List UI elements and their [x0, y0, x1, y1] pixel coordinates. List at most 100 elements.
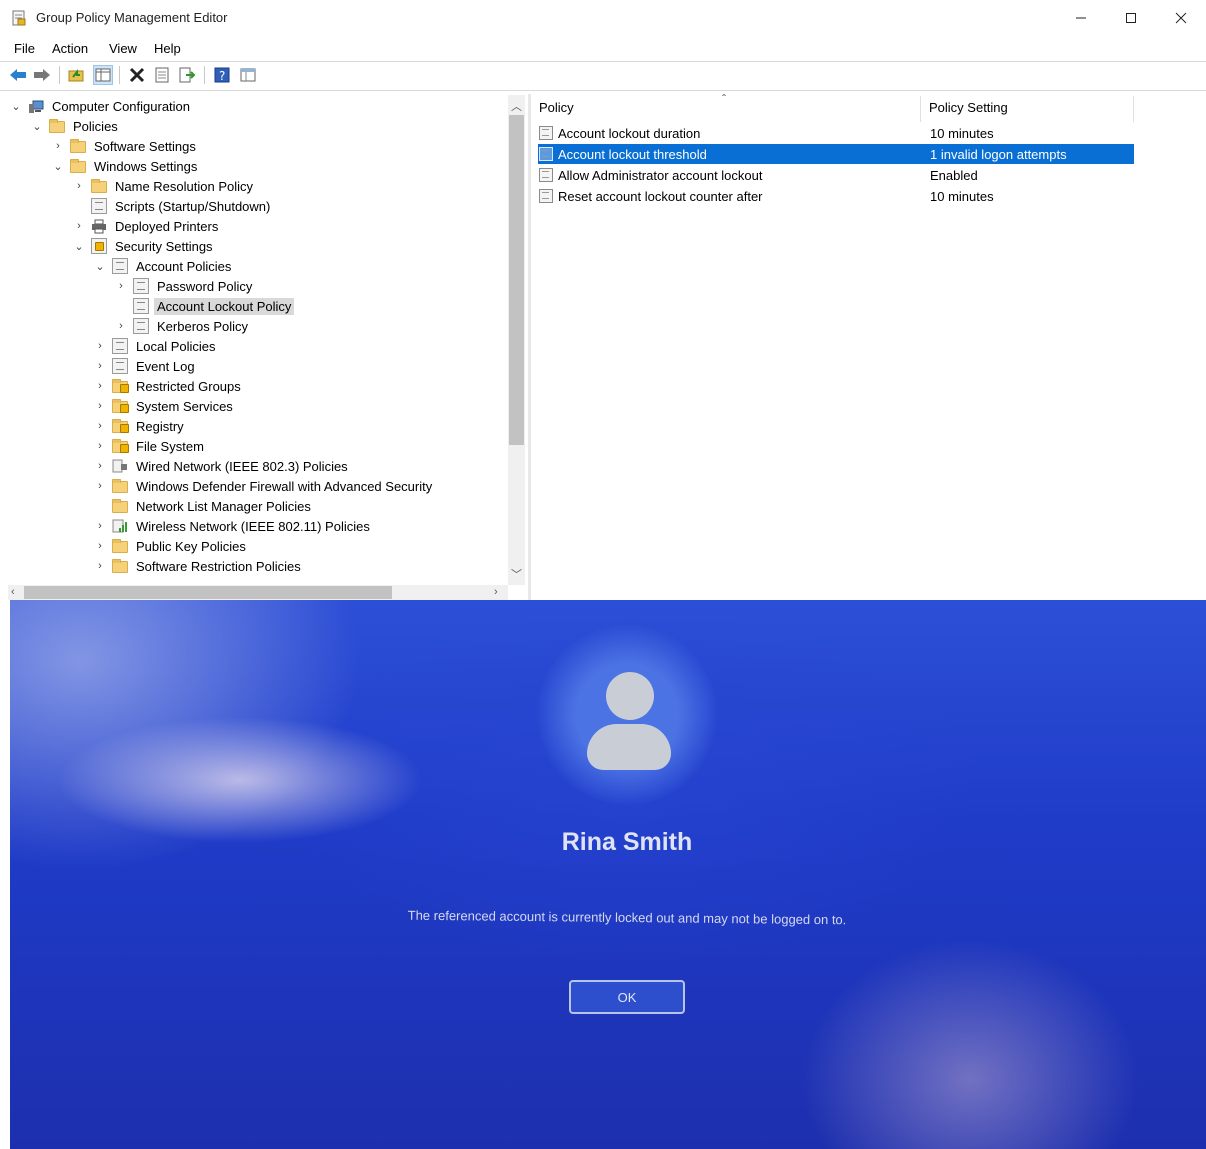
policy-name: Account lockout threshold [558, 146, 707, 162]
policy-setting-icon [539, 126, 553, 140]
menu-help[interactable]: Help [154, 41, 181, 56]
tree-item-kerberos-policy[interactable]: › Kerberos Policy [115, 316, 251, 336]
chevron-right-icon[interactable]: › [94, 416, 106, 436]
chevron-right-icon[interactable]: › [115, 316, 127, 336]
chevron-right-icon[interactable]: › [94, 556, 106, 576]
chevron-down-icon[interactable]: ⌄ [10, 96, 22, 116]
chevron-down-icon[interactable]: ⌄ [73, 236, 85, 256]
forward-icon[interactable] [32, 65, 52, 85]
user-name: Rina Smith [561, 828, 693, 856]
view-icon[interactable] [238, 65, 258, 85]
tree-item-computer-configuration[interactable]: ⌄ Computer Configuration [10, 96, 193, 116]
tree-item-event-log[interactable]: › Event Log [94, 356, 198, 376]
chevron-right-icon[interactable]: › [94, 436, 106, 456]
export-list-icon[interactable] [177, 65, 197, 85]
chevron-right-icon[interactable]: › [94, 356, 106, 376]
menu-file[interactable]: File [14, 41, 35, 56]
chevron-right-icon[interactable]: › [73, 216, 85, 236]
minimize-button[interactable] [1056, 0, 1106, 36]
chevron-right-icon[interactable]: › [94, 456, 106, 476]
back-icon[interactable] [8, 65, 28, 85]
menu-view[interactable]: View [109, 41, 137, 56]
column-separator[interactable] [1133, 96, 1134, 122]
column-header-policy-setting[interactable]: Policy Setting [929, 100, 1008, 122]
tree-item-security-settings[interactable]: ⌄ Security Settings [73, 236, 216, 256]
tree-item-deployed-printers[interactable]: › Deployed Printers [73, 216, 221, 236]
tree-label: System Services [136, 398, 233, 414]
policy-icon [112, 258, 128, 274]
console-tree[interactable]: ⌄ Computer Configuration ⌄ Policies › So… [8, 94, 528, 600]
chevron-right-icon[interactable]: › [52, 136, 64, 156]
column-separator[interactable] [920, 96, 921, 122]
policy-row[interactable]: Account lockout duration 10 minutes [538, 123, 1134, 143]
chevron-right-icon[interactable]: › [94, 536, 106, 556]
tree-item-registry[interactable]: › Registry [94, 416, 187, 436]
close-button[interactable] [1156, 0, 1206, 36]
tree-item-scripts[interactable]: Scripts (Startup/Shutdown) [73, 196, 273, 216]
tree-item-restricted-groups[interactable]: › Restricted Groups [94, 376, 244, 396]
chevron-right-icon[interactable]: › [94, 476, 106, 496]
scroll-right-icon[interactable]: › [494, 586, 498, 598]
title-bar: Group Policy Management Editor [0, 0, 1206, 36]
chevron-right-icon[interactable]: › [94, 516, 106, 536]
help-icon[interactable]: ? [212, 65, 232, 85]
policy-setting-value: 1 invalid logon attempts [930, 146, 1067, 162]
chevron-right-icon[interactable]: › [115, 276, 127, 296]
tree-item-windows-defender-firewall[interactable]: › Windows Defender Firewall with Advance… [94, 476, 435, 496]
minimize-icon [1076, 17, 1086, 19]
show-hide-tree-icon[interactable] [93, 65, 113, 85]
scroll-down-icon[interactable]: ﹀ [511, 566, 522, 582]
tree-item-wireless-network[interactable]: › Wireless Network (IEEE 802.11) Policie… [94, 516, 373, 536]
tree-item-file-system[interactable]: › File System [94, 436, 207, 456]
tree-item-software-settings[interactable]: › Software Settings [52, 136, 199, 156]
policy-row[interactable]: Account lockout threshold 1 invalid logo… [538, 144, 1134, 164]
tree-label: File System [136, 438, 204, 454]
vertical-scroll-thumb[interactable] [509, 115, 524, 445]
chevron-right-icon[interactable]: › [94, 336, 106, 356]
pane-splitter[interactable] [528, 94, 531, 600]
tree-label: Windows Defender Firewall with Advanced … [136, 478, 433, 494]
chevron-down-icon[interactable]: ⌄ [94, 256, 106, 276]
tree-item-network-list-manager[interactable]: Network List Manager Policies [94, 496, 314, 516]
tree-item-account-policies[interactable]: ⌄ Account Policies [94, 256, 234, 276]
ok-button[interactable]: OK [569, 980, 685, 1014]
maximize-button[interactable] [1106, 0, 1156, 36]
delete-icon[interactable] [127, 65, 147, 85]
policy-setting-value: 10 minutes [930, 125, 994, 141]
printer-icon [91, 218, 107, 234]
menu-action[interactable]: Action [52, 41, 88, 56]
tree-item-system-services[interactable]: › System Services [94, 396, 236, 416]
chevron-right-icon[interactable]: › [94, 396, 106, 416]
tree-label: Restricted Groups [136, 378, 241, 394]
tree-item-windows-settings[interactable]: ⌄ Windows Settings [52, 156, 200, 176]
tree-label: Windows Settings [94, 158, 198, 174]
scroll-up-icon[interactable]: ︿ [511, 98, 522, 114]
scroll-left-icon[interactable]: ‹ [11, 586, 15, 598]
tree-item-software-restriction-policies[interactable]: › Software Restriction Policies [94, 556, 304, 576]
up-folder-icon[interactable] [66, 65, 86, 85]
horizontal-scroll-thumb[interactable] [24, 586, 392, 599]
locked-folder-icon [112, 419, 129, 433]
tree-item-public-key-policies[interactable]: › Public Key Policies [94, 536, 249, 556]
chevron-down-icon[interactable]: ⌄ [52, 156, 64, 176]
tree-item-policies[interactable]: ⌄ Policies [31, 116, 121, 136]
properties-icon[interactable] [152, 65, 172, 85]
chevron-right-icon[interactable]: › [94, 376, 106, 396]
tree-item-password-policy[interactable]: › Password Policy [115, 276, 255, 296]
policy-row[interactable]: Reset account lockout counter after 10 m… [538, 186, 1134, 206]
tree-item-name-resolution-policy[interactable]: › Name Resolution Policy [73, 176, 256, 196]
tree-item-account-lockout-policy[interactable]: Account Lockout Policy [115, 296, 295, 316]
computer-icon [28, 98, 44, 114]
tree-label: Event Log [136, 358, 195, 374]
policy-row[interactable]: Allow Administrator account lockout Enab… [538, 165, 1134, 185]
column-header-policy[interactable]: Policy [539, 100, 574, 122]
chevron-down-icon[interactable]: ⌄ [31, 116, 43, 136]
policy-name: Allow Administrator account lockout [558, 167, 763, 183]
tree-label: Registry [136, 418, 184, 434]
tree-item-local-policies[interactable]: › Local Policies [94, 336, 219, 356]
tree-item-wired-network[interactable]: › Wired Network (IEEE 802.3) Policies [94, 456, 351, 476]
chevron-right-icon[interactable]: › [73, 176, 85, 196]
tree-label: Wireless Network (IEEE 802.11) Policies [136, 518, 370, 534]
tree-label: Scripts (Startup/Shutdown) [115, 198, 271, 214]
tree-expander [73, 196, 85, 216]
